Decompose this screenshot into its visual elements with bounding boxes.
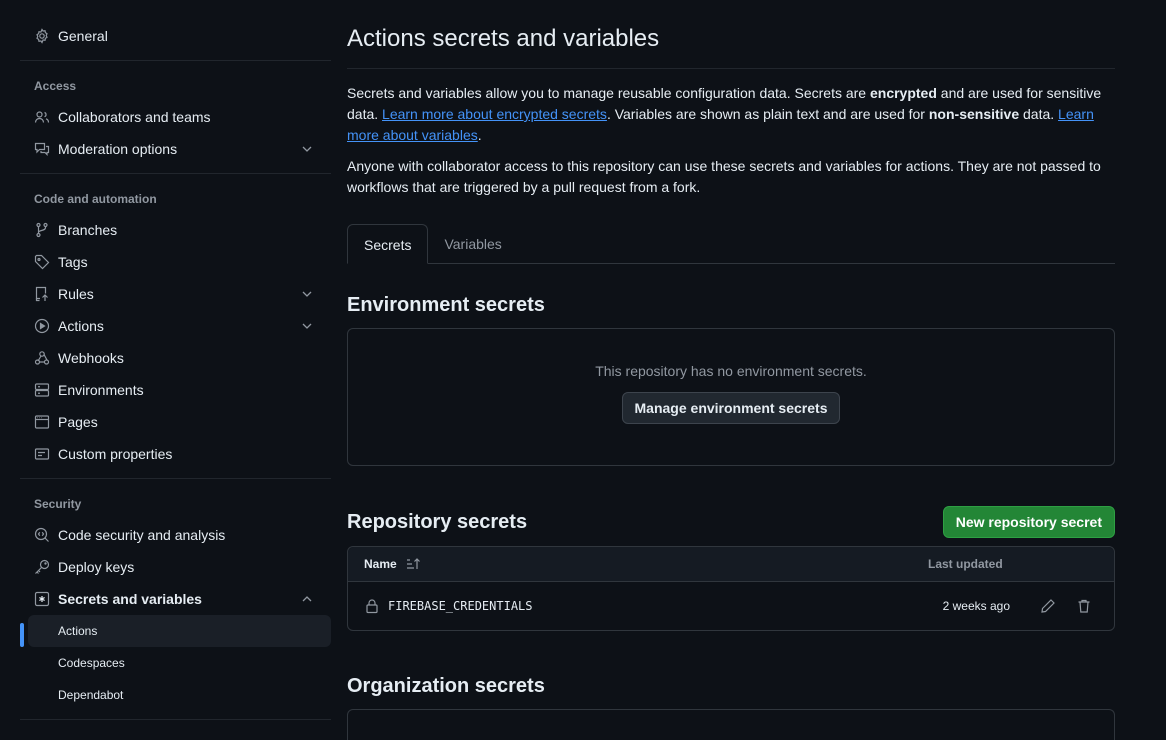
- sidebar-item-label: Branches: [58, 222, 118, 238]
- git-branch-icon: [34, 222, 50, 238]
- description-text: data.: [1019, 106, 1059, 122]
- tag-icon: [34, 254, 50, 270]
- group-title-code-automation: Code and automation: [34, 192, 157, 206]
- organization-secrets-title: Organization secrets: [347, 675, 545, 697]
- table-row: FIREBASE_CREDENTIALS 2 weeks ago: [348, 582, 1114, 630]
- chevron-down-icon[interactable]: [299, 318, 315, 334]
- sidebar-item-label: Tags: [58, 254, 88, 270]
- repository-secrets-header: Repository secrets New repository secret: [347, 506, 1115, 538]
- sidebar-item-label: Secrets and variables: [58, 591, 202, 607]
- sidebar-subitem-label: Actions: [58, 624, 98, 638]
- divider: [20, 478, 331, 479]
- sidebar-subitem-actions[interactable]: Actions: [20, 615, 331, 647]
- table-header: Name Last updated: [348, 547, 1114, 582]
- divider: [20, 719, 331, 720]
- key-asterisk-icon: [34, 591, 50, 607]
- description-bold: encrypted: [869, 85, 937, 101]
- sidebar-item-collaborators[interactable]: Collaborators and teams: [20, 101, 331, 133]
- description-text: Secrets and variables allow you to manag…: [347, 85, 870, 101]
- sidebar-item-label: General: [58, 28, 108, 44]
- column-name-label: Name: [364, 557, 397, 571]
- sidebar-subitem-label: Codespaces: [58, 656, 125, 670]
- sidebar-item-webhooks[interactable]: Webhooks: [20, 342, 331, 374]
- sidebar-item-environments[interactable]: Environments: [20, 374, 331, 406]
- chevron-up-icon[interactable]: [299, 591, 315, 607]
- sidebar-item-code-security[interactable]: Code security and analysis: [20, 519, 331, 551]
- chevron-down-icon[interactable]: [299, 141, 315, 157]
- sidebar-item-branches[interactable]: Branches: [20, 214, 331, 246]
- empty-state-text: This repository has no environment secre…: [595, 362, 867, 379]
- sidebar-item-label: Rules: [58, 286, 94, 302]
- sidebar-item-deploy-keys[interactable]: Deploy keys: [20, 551, 331, 583]
- sidebar-item-moderation[interactable]: Moderation options: [20, 133, 331, 165]
- sidebar-item-actions[interactable]: Actions: [20, 310, 331, 342]
- codescan-icon: [34, 527, 50, 543]
- sidebar-item-tags[interactable]: Tags: [20, 246, 331, 278]
- sidebar-item-label: Code security and analysis: [58, 527, 226, 543]
- secret-last-updated: 2 weeks ago: [942, 599, 1010, 613]
- sidebar-item-label: Custom properties: [58, 446, 173, 462]
- sidebar-item-label: Moderation options: [58, 141, 178, 157]
- repository-secrets-title: Repository secrets: [347, 511, 528, 533]
- browser-icon: [34, 414, 50, 430]
- main-content: Actions secrets and variables Secrets an…: [347, 20, 1115, 740]
- tab-secrets[interactable]: Secrets: [347, 224, 429, 264]
- organization-secrets-box: [347, 709, 1115, 740]
- description-text: . Variables are shown as plain text and …: [606, 106, 929, 122]
- sidebar-item-label: Webhooks: [58, 350, 124, 366]
- trash-icon[interactable]: [1076, 598, 1092, 614]
- environment-secrets-box: This repository has no environment secre…: [347, 328, 1115, 466]
- collaborator-note: Anyone with collaborator access to this …: [347, 158, 1101, 195]
- tab-variables[interactable]: Variables: [428, 224, 517, 263]
- webhook-icon: [34, 350, 50, 366]
- lock-icon: [364, 598, 380, 614]
- key-icon: [34, 559, 50, 575]
- environment-secrets-title: Environment secrets: [347, 294, 545, 316]
- repo-push-icon: [34, 286, 50, 302]
- row-actions: [1030, 598, 1102, 614]
- play-icon: [34, 318, 50, 334]
- sidebar-item-label: Collaborators and teams: [58, 109, 211, 125]
- column-last-updated: Last updated: [928, 557, 1003, 571]
- note-icon: [34, 446, 50, 462]
- comment-discussion-icon: [34, 141, 50, 157]
- sidebar-item-label: Deploy keys: [58, 559, 135, 575]
- tab-bar: Secrets Variables: [347, 224, 1115, 264]
- divider: [20, 60, 331, 61]
- description-bold: non-sensitive: [928, 106, 1020, 122]
- sidebar-subitem-dependabot[interactable]: Dependabot: [28, 679, 331, 711]
- chevron-down-icon[interactable]: [299, 286, 315, 302]
- sidebar-item-secrets-variables[interactable]: Secrets and variables: [20, 583, 331, 615]
- server-icon: [34, 382, 50, 398]
- description-text: .: [477, 127, 482, 143]
- secret-name: FIREBASE_CREDENTIALS: [388, 599, 533, 613]
- column-name[interactable]: Name: [348, 556, 928, 572]
- new-repository-secret-button[interactable]: New repository secret: [942, 506, 1115, 538]
- sidebar-item-pages[interactable]: Pages: [20, 406, 331, 438]
- sidebar-item-rules[interactable]: Rules: [20, 278, 331, 310]
- sidebar-subitem-codespaces[interactable]: Codespaces: [28, 647, 331, 679]
- sidebar-item-label: Environments: [58, 382, 144, 398]
- sidebar-item-custom-properties[interactable]: Custom properties: [20, 438, 331, 470]
- group-title-security: Security: [34, 497, 82, 511]
- people-icon: [34, 109, 50, 125]
- sidebar-item-label: Pages: [58, 414, 98, 430]
- learn-encrypted-secrets-link[interactable]: Learn more about encrypted secrets: [382, 106, 607, 122]
- pencil-icon[interactable]: [1040, 598, 1056, 614]
- sort-ascending-icon[interactable]: [397, 556, 421, 572]
- sidebar-item-general[interactable]: General: [20, 20, 331, 52]
- gear-icon: [34, 28, 50, 44]
- divider: [20, 173, 331, 174]
- sidebar-subitem-label: Dependabot: [58, 688, 124, 702]
- repository-secrets-table: Name Last updated FIREBASE_CREDENTIALS 2…: [347, 546, 1115, 631]
- secret-name-cell: FIREBASE_CREDENTIALS: [348, 598, 910, 614]
- description: Secrets and variables allow you to manag…: [347, 83, 1115, 146]
- sidebar-item-label: Actions: [58, 318, 104, 334]
- page-title: Actions secrets and variables: [347, 20, 1115, 69]
- manage-environment-secrets-button[interactable]: Manage environment secrets: [621, 391, 841, 424]
- group-title-access: Access: [34, 79, 77, 93]
- settings-sidebar: General Access Collaborators and teams M…: [20, 20, 331, 728]
